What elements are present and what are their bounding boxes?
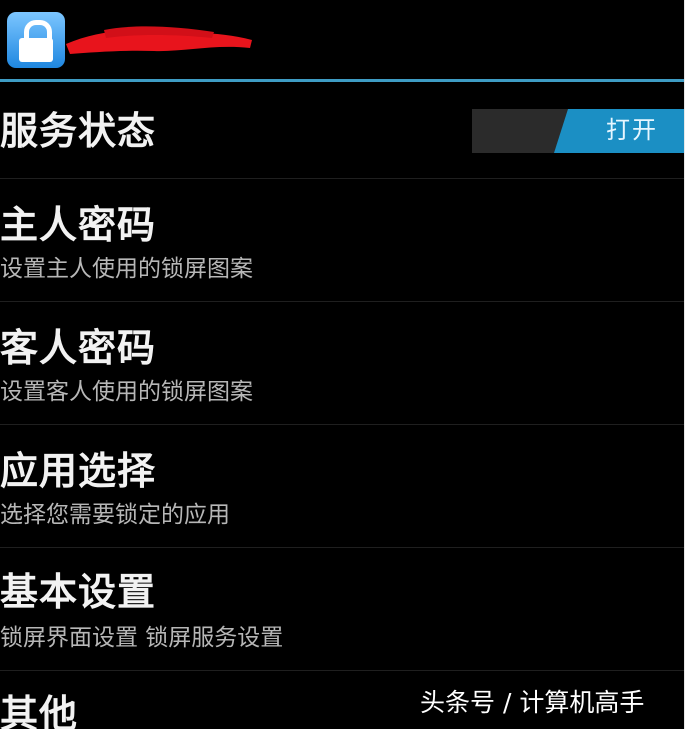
- screen: 服务状态 打开 主人密码 设置主人使用的锁屏图案 客人密码 设置客人使用的锁屏图…: [0, 0, 684, 729]
- setting-guest-password[interactable]: 客人密码 设置客人使用的锁屏图案: [0, 302, 684, 424]
- setting-owner-password[interactable]: 主人密码 设置主人使用的锁屏图案: [0, 179, 684, 301]
- action-bar: [0, 0, 684, 80]
- service-status-toggle[interactable]: 打开: [472, 109, 684, 153]
- setting-title: 客人密码: [0, 326, 157, 370]
- setting-summary: 锁屏界面设置 锁屏服务设置: [0, 625, 284, 651]
- setting-summary: 设置主人使用的锁屏图案: [0, 256, 253, 282]
- setting-title: 基本设置: [0, 570, 157, 614]
- lock-icon[interactable]: [7, 12, 65, 68]
- toggle-label: 打开: [606, 116, 658, 144]
- setting-summary: 设置客人使用的锁屏图案: [0, 379, 253, 405]
- setting-title: 应用选择: [0, 449, 157, 493]
- setting-title: 服务状态: [0, 109, 157, 153]
- setting-summary: 选择您需要锁定的应用: [0, 502, 230, 528]
- lock-body: [19, 38, 53, 62]
- setting-title: 主人密码: [0, 203, 157, 247]
- watermark: 头条号 / 计算机高手: [420, 688, 645, 717]
- setting-app-selection[interactable]: 应用选择 选择您需要锁定的应用: [0, 425, 684, 547]
- setting-title: 其他: [0, 692, 79, 729]
- redacted-title: [66, 26, 252, 54]
- setting-basic[interactable]: 基本设置 锁屏界面设置 锁屏服务设置: [0, 548, 684, 670]
